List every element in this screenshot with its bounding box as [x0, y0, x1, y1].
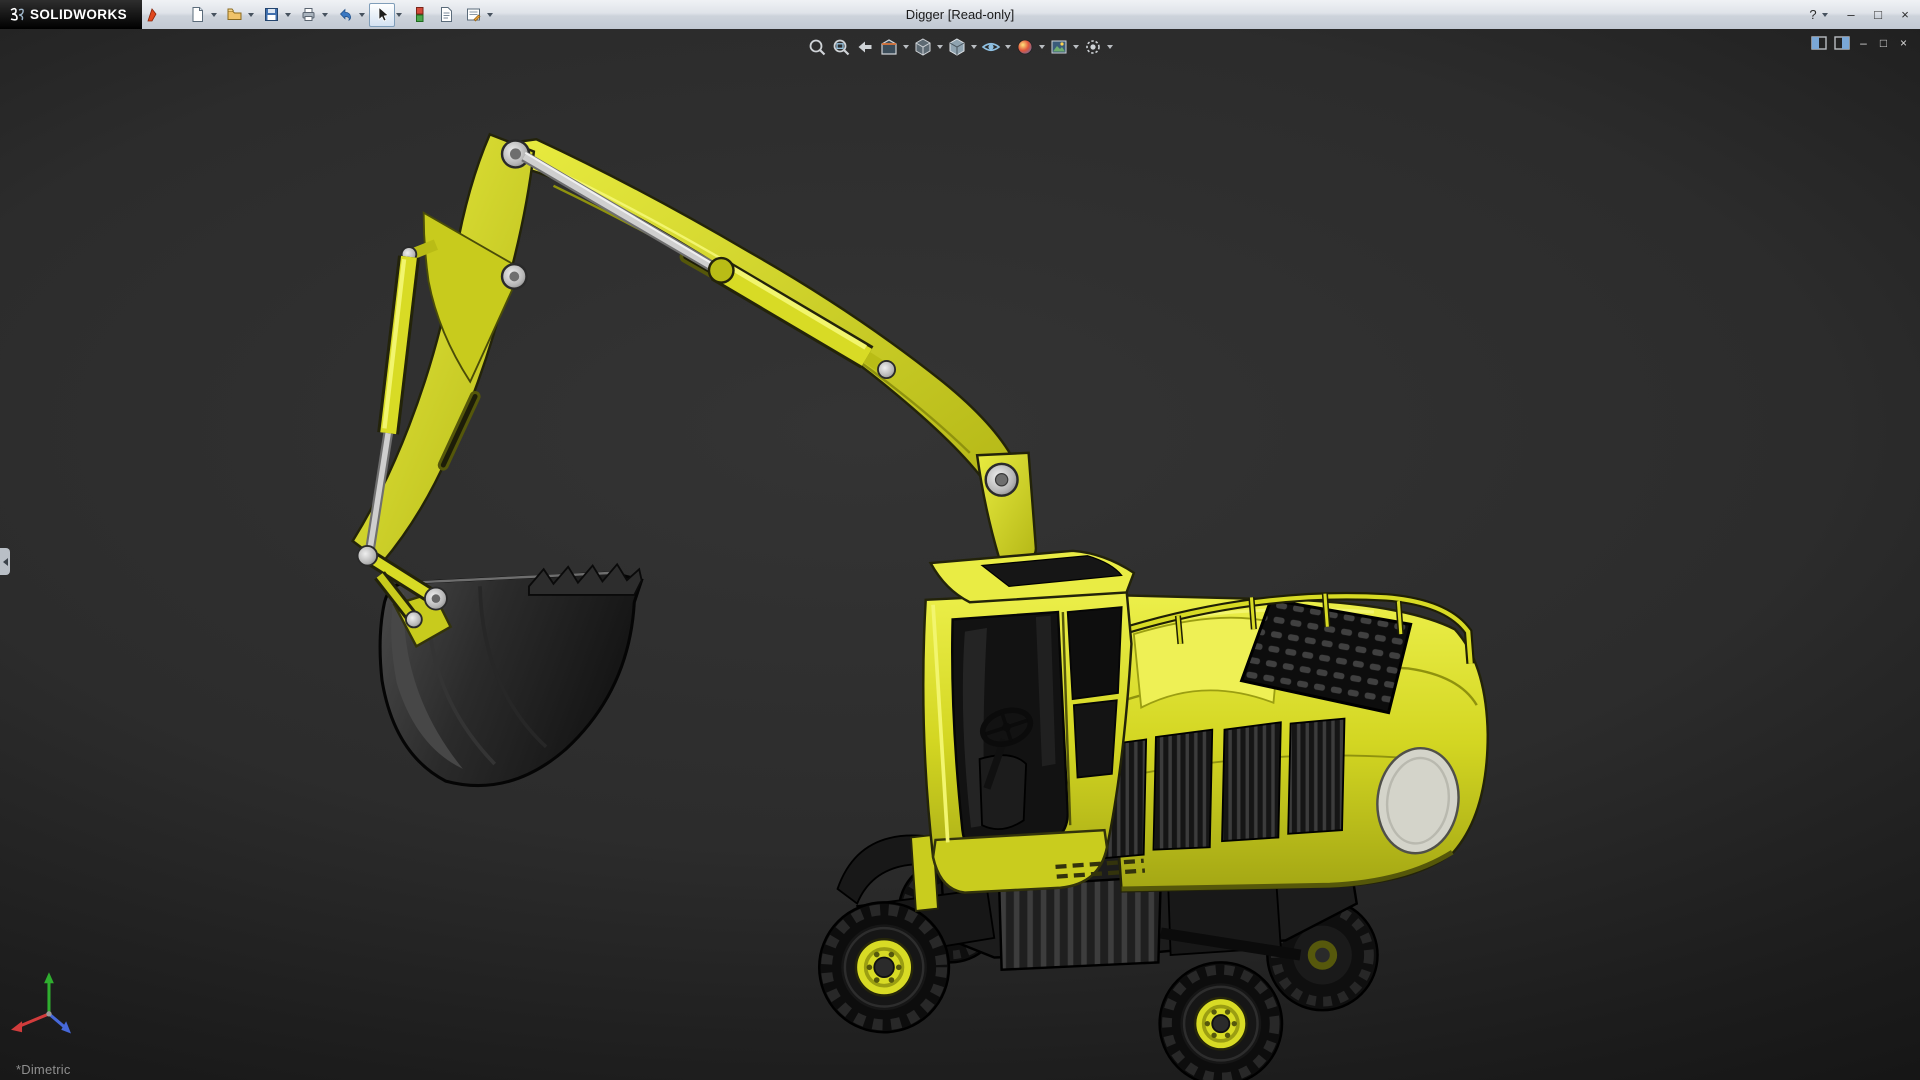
operator-seat: [980, 755, 1027, 829]
rebuild-icon: [411, 6, 428, 23]
panel-flyout-tab[interactable]: [0, 548, 10, 575]
standard-toolbar: [184, 3, 496, 27]
window-title: Digger [Read-only]: [906, 0, 1014, 29]
undo-dropdown[interactable]: [359, 13, 365, 17]
brand-text: SOLIDWORKS: [30, 7, 127, 22]
document-close-button[interactable]: ×: [1897, 34, 1910, 52]
edit-appearance-button[interactable]: [1014, 35, 1036, 59]
select-dropdown[interactable]: [396, 13, 402, 17]
apply-scene-icon: [1049, 37, 1069, 57]
open-folder-icon: [226, 6, 243, 23]
document-window-controls: – □ ×: [1811, 34, 1910, 52]
view-settings-button[interactable]: [1082, 35, 1104, 59]
display-style-icon: [947, 37, 967, 57]
split-pane-left-icon[interactable]: [1811, 36, 1827, 50]
split-pane-right-icon[interactable]: [1834, 36, 1850, 50]
zoom-to-fit-icon: [807, 37, 827, 57]
file-properties-icon: [438, 6, 455, 23]
view-settings-icon: [1083, 37, 1103, 57]
display-style-dropdown[interactable]: [971, 45, 977, 49]
print-button[interactable]: [295, 3, 321, 27]
hide-show-items-icon: [981, 37, 1001, 57]
save-icon: [263, 6, 280, 23]
model-canvas[interactable]: [0, 29, 1920, 1080]
upper-body[interactable]: [1089, 594, 1488, 892]
undo-icon: [337, 6, 354, 23]
3ds-logo-icon: [8, 7, 26, 22]
graphics-area[interactable]: – □ × *Dimetric: [0, 29, 1920, 1080]
zoom-to-area-button[interactable]: [830, 35, 852, 59]
help-dropdown[interactable]: [1822, 13, 1828, 17]
previous-view-button[interactable]: [854, 35, 876, 59]
document-restore-button[interactable]: □: [1877, 34, 1890, 52]
options-icon: [465, 6, 482, 23]
view-settings-dropdown[interactable]: [1107, 45, 1113, 49]
help-button[interactable]: ?: [1806, 0, 1820, 29]
wheel-rear-left[interactable]: [1160, 962, 1282, 1080]
stick-cylinder[interactable]: [524, 153, 895, 378]
orientation-triad[interactable]: [11, 972, 71, 1033]
view-orientation-button[interactable]: [912, 35, 934, 59]
rebuild-button[interactable]: [406, 3, 432, 27]
heads-up-toolbar: [806, 35, 1114, 59]
select-cursor-icon: [374, 6, 391, 23]
solidworks-logo[interactable]: SOLIDWORKS: [0, 0, 142, 29]
options-dropdown[interactable]: [487, 13, 493, 17]
select-button[interactable]: [369, 3, 395, 27]
hide-show-items-button[interactable]: [980, 35, 1002, 59]
new-document-icon: [189, 6, 206, 23]
new-document-dropdown[interactable]: [211, 13, 217, 17]
collapse-arrow-icon: [3, 558, 8, 566]
excavator-model[interactable]: [353, 134, 1488, 1080]
document-minimize-button[interactable]: –: [1857, 34, 1870, 52]
window-controls: ? – □ ×: [1806, 0, 1912, 29]
apply-scene-dropdown[interactable]: [1073, 45, 1079, 49]
open-button[interactable]: [221, 3, 247, 27]
edit-appearance-dropdown[interactable]: [1039, 45, 1045, 49]
zoom-to-area-icon: [831, 37, 851, 57]
previous-view-icon: [855, 37, 875, 57]
view-orientation-dropdown[interactable]: [937, 45, 943, 49]
display-style-button[interactable]: [946, 35, 968, 59]
section-view-icon: [879, 37, 899, 57]
section-view-dropdown[interactable]: [903, 45, 909, 49]
view-orientation-icon: [913, 37, 933, 57]
print-dropdown[interactable]: [322, 13, 328, 17]
options-button[interactable]: [460, 3, 486, 27]
bucket-teeth: [529, 564, 642, 595]
save-button[interactable]: [258, 3, 284, 27]
menu-expand-icon[interactable]: [146, 7, 158, 23]
bucket-assembly[interactable]: [358, 546, 642, 786]
undo-button[interactable]: [332, 3, 358, 27]
solidworks-window: SOLIDWORKS: [0, 0, 1920, 1080]
boom-arm[interactable]: [353, 134, 1036, 563]
maximize-button[interactable]: □: [1871, 0, 1885, 29]
file-properties-button[interactable]: [433, 3, 459, 27]
titlebar: SOLIDWORKS: [0, 0, 1920, 30]
open-dropdown[interactable]: [248, 13, 254, 17]
zoom-to-fit-button[interactable]: [806, 35, 828, 59]
view-orientation-label: *Dimetric: [16, 1062, 71, 1077]
minimize-button[interactable]: –: [1844, 0, 1858, 29]
new-document-button[interactable]: [184, 3, 210, 27]
wheel-front-left[interactable]: [819, 902, 949, 1032]
edit-appearance-icon: [1015, 37, 1035, 57]
close-button[interactable]: ×: [1898, 0, 1912, 29]
section-view-button[interactable]: [878, 35, 900, 59]
apply-scene-button[interactable]: [1048, 35, 1070, 59]
hide-show-items-dropdown[interactable]: [1005, 45, 1011, 49]
print-icon: [300, 6, 317, 23]
save-dropdown[interactable]: [285, 13, 291, 17]
